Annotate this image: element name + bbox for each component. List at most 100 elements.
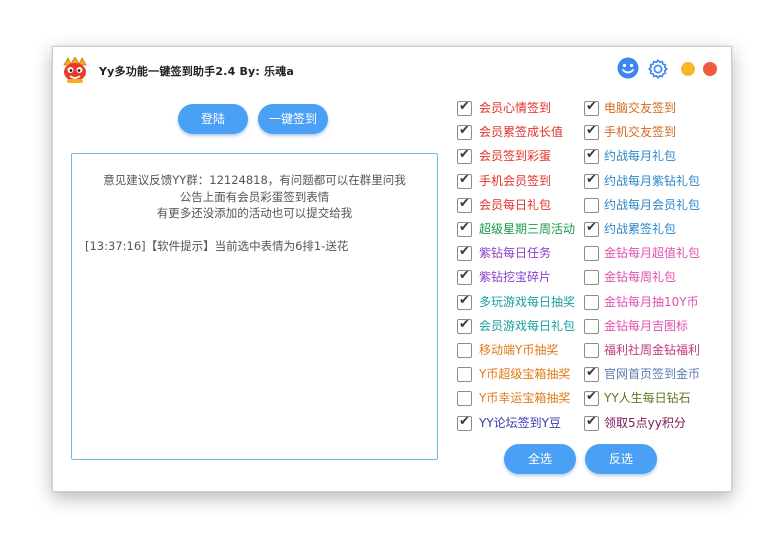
checkbox[interactable]: ✔	[457, 244, 472, 262]
checkbox[interactable]: ✔	[457, 414, 472, 431]
checkbox[interactable]: ✔	[584, 123, 599, 141]
select-all-button[interactable]: 全选	[504, 444, 576, 474]
sign-all-button[interactable]: 一键签到	[258, 104, 328, 134]
task-label: 会员每日礼包	[479, 197, 552, 212]
checkbox[interactable]: ✔	[457, 293, 472, 310]
checkmark-icon: ✔	[586, 171, 597, 187]
task-label: 会员累签成长值	[479, 125, 564, 140]
task-checkbox-item[interactable]: ✔ 约战每月紫钻礼包	[584, 172, 704, 192]
task-checkbox-item[interactable]: ✔ 超级星期三周活动	[457, 220, 577, 240]
task-label: 约战每月紫钻礼包	[604, 173, 701, 188]
task-label: 约战每月会员礼包	[604, 197, 701, 212]
task-label: 领取5点yy积分	[604, 415, 686, 430]
checkbox[interactable]: ✔	[584, 389, 599, 407]
task-checkbox-item[interactable]: ✔ 多玩游戏每日抽奖	[457, 293, 577, 313]
task-checkbox-item[interactable]: ✔ 会员游戏每日礼包	[457, 317, 577, 337]
task-label: 紫钻每日任务	[479, 246, 552, 261]
task-checkbox-item[interactable]: ✔ YY论坛签到Y豆	[457, 414, 577, 434]
checkbox[interactable]	[584, 197, 599, 213]
task-checkbox-item[interactable]: 金钻每月超值礼包	[584, 244, 704, 264]
task-checkbox-item[interactable]: 金钻每月抽10Y币	[584, 293, 704, 313]
log-panel[interactable]: 意见建议反馈YY群：12124818，有问题都可以在群里问我 公告上面有会员彩蛋…	[71, 153, 438, 460]
checkbox[interactable]: ✔	[457, 317, 472, 334]
task-label: 手机会员签到	[479, 173, 552, 188]
checkbox[interactable]: ✔	[584, 413, 599, 431]
checkmark-icon: ✔	[459, 220, 470, 235]
task-checkbox-item[interactable]: ✔ 电脑交友签到	[584, 99, 704, 119]
checkbox[interactable]: ✔	[457, 220, 472, 237]
checkbox[interactable]	[457, 367, 472, 383]
checkbox[interactable]: ✔	[584, 171, 599, 189]
task-label: 官网首页签到金币	[604, 367, 701, 382]
checkmark-icon: ✔	[586, 413, 597, 429]
checkmark-icon: ✔	[459, 195, 470, 211]
task-label: 福利社周金钻福利	[604, 343, 701, 357]
task-checkbox-item[interactable]: 福利社周金钻福利	[584, 341, 704, 361]
task-checkbox-item[interactable]: ✔ 会员累签成长值	[457, 123, 577, 143]
task-checkbox-item[interactable]: ✔ 官网首页签到金币	[584, 365, 704, 385]
task-checkbox-item[interactable]: ✔ 约战每月礼包	[584, 147, 704, 167]
task-checkbox-item[interactable]: ✔ 手机会员签到	[457, 172, 577, 192]
checkbox[interactable]: ✔	[457, 171, 472, 189]
task-checkbox-item[interactable]: ✔ 会员签到彩蛋	[457, 147, 577, 167]
checkmark-icon: ✔	[459, 99, 470, 114]
smiley-face-icon[interactable]	[617, 57, 639, 79]
minimize-button[interactable]	[681, 62, 695, 76]
checkbox[interactable]: ✔	[457, 195, 472, 213]
task-label: 金钻每月抽10Y币	[604, 294, 699, 309]
task-label: 多玩游戏每日抽奖	[479, 294, 576, 309]
checkbox[interactable]	[457, 391, 472, 407]
checkmark-icon: ✔	[459, 268, 470, 284]
checkmark-icon: ✔	[586, 389, 597, 405]
task-checkbox-item[interactable]: 移动端Y币抽奖	[457, 341, 577, 361]
invert-selection-button[interactable]: 反选	[585, 444, 657, 474]
checkbox[interactable]: ✔	[457, 147, 472, 165]
task-label: 金钻每月超值礼包	[604, 246, 701, 261]
task-label: 移动端Y币抽奖	[479, 343, 559, 357]
gear-icon[interactable]	[646, 57, 670, 81]
task-checkbox-item[interactable]: ✔ 手机交友签到	[584, 123, 704, 143]
task-label: 电脑交友签到	[604, 101, 677, 115]
close-button[interactable]	[703, 62, 717, 76]
task-label: 会员签到彩蛋	[479, 149, 552, 164]
task-checkbox-item[interactable]: ✔ YY人生每日钻石	[584, 389, 704, 409]
notice-text: 意见建议反馈YY群：12124818，有问题都可以在群里问我 公告上面有会员彩蛋…	[72, 172, 437, 222]
task-label: 会员游戏每日礼包	[479, 318, 576, 333]
task-label: 金钻每月吉图标	[604, 318, 689, 333]
login-button[interactable]: 登陆	[178, 104, 248, 134]
checkmark-icon: ✔	[586, 220, 597, 235]
title-bar[interactable]: Yy多功能一键签到助手2.4 By: 乐魂a	[53, 47, 731, 93]
task-checkbox-item[interactable]: ✔ 会员心情签到	[457, 99, 577, 119]
checkbox[interactable]: ✔	[457, 123, 472, 141]
checkbox[interactable]	[584, 318, 599, 334]
task-checkbox-item[interactable]: ✔ 紫钻挖宝碎片	[457, 268, 577, 288]
checkbox[interactable]	[584, 270, 599, 286]
notice-line: 有更多还没添加的活动也可以提交给我	[156, 206, 353, 220]
task-checkbox-item[interactable]: ✔ 会员每日礼包	[457, 196, 577, 216]
checkbox[interactable]: ✔	[584, 220, 599, 237]
checkbox[interactable]	[457, 343, 472, 358]
checkmark-icon: ✔	[586, 365, 597, 381]
task-checkbox-item[interactable]: Y币幸运宝箱抽奖	[457, 389, 577, 409]
checkbox[interactable]	[584, 343, 599, 358]
notice-line: 公告上面有会员彩蛋签到表情	[179, 189, 330, 204]
task-checkbox-item[interactable]: Y币超级宝箱抽奖	[457, 365, 577, 385]
task-checkbox-item[interactable]: 金钻每周礼包	[584, 268, 704, 288]
task-checkbox-item[interactable]: ✔ 约战累签礼包	[584, 220, 704, 240]
checkbox[interactable]: ✔	[457, 268, 472, 286]
task-checkbox-item[interactable]: 约战每月会员礼包	[584, 196, 704, 216]
task-label: 会员心情签到	[479, 101, 552, 115]
task-checkbox-item[interactable]: ✔ 紫钻每日任务	[457, 244, 577, 264]
checkbox[interactable]: ✔	[584, 147, 599, 165]
task-label: YY人生每日钻石	[604, 391, 691, 406]
checkbox[interactable]	[584, 294, 599, 310]
mascot-logo-icon	[63, 57, 87, 83]
task-label: 紫钻挖宝碎片	[479, 270, 552, 285]
checkbox[interactable]: ✔	[584, 365, 599, 383]
checkmark-icon: ✔	[459, 171, 470, 187]
task-checkbox-item[interactable]: 金钻每月吉图标	[584, 317, 704, 337]
checkbox[interactable]: ✔	[584, 99, 599, 116]
checkbox[interactable]: ✔	[457, 99, 472, 116]
task-checkbox-item[interactable]: ✔ 领取5点yy积分	[584, 414, 704, 434]
checkbox[interactable]	[584, 246, 599, 262]
